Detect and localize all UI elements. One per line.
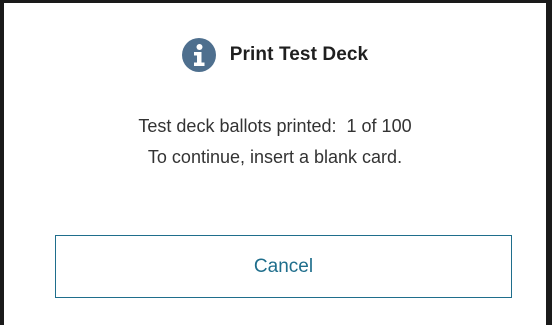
instruction-line: To continue, insert a blank card. (147, 147, 403, 167)
dialog-header: Print Test Deck (4, 36, 546, 74)
dialog-message: Test deck ballots printed: 1 of 100 To c… (4, 111, 546, 173)
dialog-title: Print Test Deck (229, 44, 369, 65)
printed-count: 1 of 100 (346, 116, 412, 136)
progress-line: Test deck ballots printed: 1 of 100 (4, 111, 546, 142)
cancel-button[interactable]: Cancel (55, 235, 512, 298)
info-circle-icon (181, 38, 216, 72)
print-test-deck-dialog: Print Test Deck Test deck ballots printe… (4, 3, 546, 325)
window-frame: Print Test Deck Test deck ballots printe… (0, 0, 552, 325)
progress-label: Test deck ballots printed: (138, 116, 337, 136)
frame-right-edge (546, 0, 552, 325)
